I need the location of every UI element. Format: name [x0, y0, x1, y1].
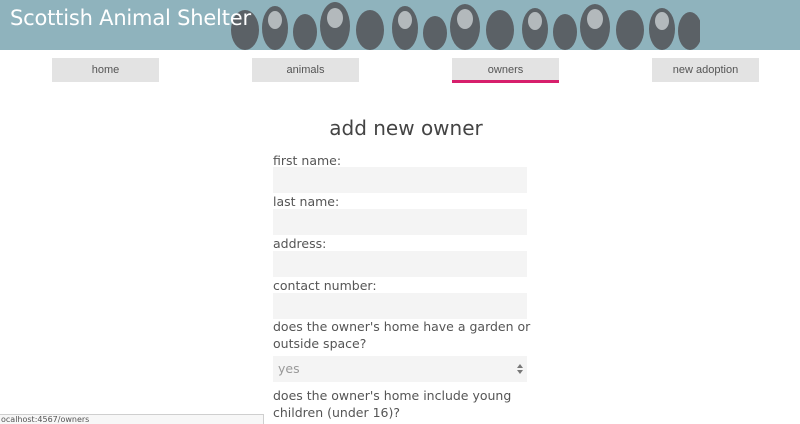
- last-name-input[interactable]: [273, 209, 527, 235]
- address-input[interactable]: [273, 251, 527, 277]
- garden-select-value: yes: [278, 361, 300, 376]
- garden-select[interactable]: yes: [273, 356, 527, 382]
- pets-banner-image: [231, 2, 700, 50]
- select-arrows-icon: [517, 364, 523, 374]
- header-banner: Scottish Animal Shelter: [0, 0, 800, 50]
- form-title: add new owner: [329, 116, 483, 140]
- first-name-input[interactable]: [273, 167, 527, 193]
- children-question-label: does the owner's home include young chil…: [273, 388, 512, 420]
- nav-new-adoption[interactable]: new adoption: [652, 58, 759, 82]
- contact-number-input[interactable]: [273, 293, 527, 319]
- address-label: address:: [273, 236, 327, 251]
- nav-owners[interactable]: owners: [452, 58, 559, 83]
- nav-animals[interactable]: animals: [252, 58, 359, 82]
- last-name-label: last name:: [273, 194, 340, 209]
- site-title: Scottish Animal Shelter: [10, 6, 251, 30]
- garden-question-label: does the owner's home have a garden or o…: [273, 319, 531, 351]
- browser-status-url: ocalhost:4567/owners: [0, 414, 264, 424]
- contact-number-label: contact number:: [273, 278, 377, 293]
- nav-home[interactable]: home: [52, 58, 159, 82]
